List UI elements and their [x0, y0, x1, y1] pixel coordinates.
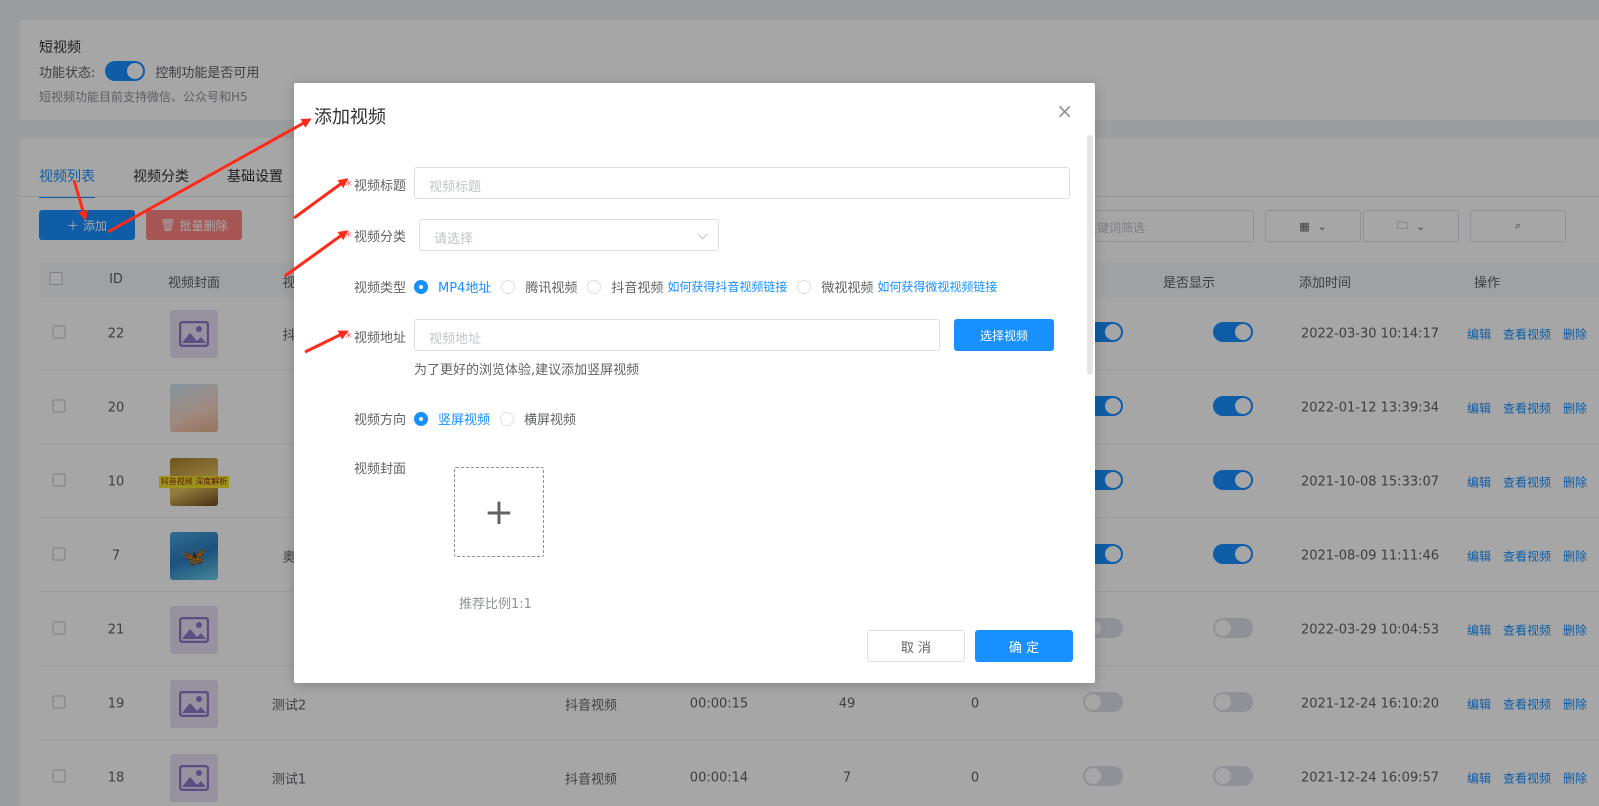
type-label: 视频类型: [353, 281, 406, 296]
weishi-link[interactable]: 如何获得微视视频链接: [877, 278, 997, 295]
type-option-mp4[interactable]: MP4地址: [414, 277, 491, 296]
url-hint: 为了更好的浏览体验,建议添加竖屏视频: [414, 363, 640, 378]
direction-option-portrait[interactable]: 竖屏视频: [414, 409, 490, 428]
type-option-weishi[interactable]: 如何获得微视视频链接微视视频如何获得微视视频链接: [797, 277, 997, 296]
category-label: * 视频分类: [345, 230, 406, 245]
video-title-input[interactable]: 视频标题: [414, 167, 1070, 199]
add-video-dialog: 添加视频 × * 视频标题 视频标题 * 视频分类 请选择 视频类型 MP4地址 腾…: [294, 83, 1095, 683]
close-icon[interactable]: ×: [1056, 99, 1073, 123]
video-category-select[interactable]: 请选择: [419, 219, 719, 251]
direction-radio-group: 竖屏视频 横屏视频: [414, 409, 586, 428]
select-video-button[interactable]: 选择视频: [954, 319, 1054, 351]
cover-hint: 推荐比例1:1: [459, 597, 532, 612]
type-option-tencent[interactable]: 腾讯视频: [501, 277, 577, 296]
plus-icon: +: [483, 491, 515, 533]
video-url-input[interactable]: 视频地址: [414, 319, 940, 351]
cover-label: 视频封面: [353, 462, 406, 477]
direction-option-landscape[interactable]: 横屏视频: [500, 409, 576, 428]
direction-label: 视频方向: [353, 413, 406, 428]
confirm-button[interactable]: 确 定: [975, 630, 1073, 662]
douyin-link[interactable]: 如何获得抖音视频链接: [667, 278, 787, 295]
chevron-down-icon: [697, 229, 708, 240]
dialog-scrollbar[interactable]: [1087, 135, 1093, 375]
cover-upload-button[interactable]: +: [454, 467, 544, 557]
video-type-radio-group: MP4地址 腾讯视频 抖音视频如何获得抖音视频链接 如何获得微视视频链接微视视频…: [414, 277, 1007, 296]
title-label: * 视频标题: [345, 179, 406, 194]
url-label: * 视频地址: [345, 331, 406, 346]
cancel-button[interactable]: 取 消: [867, 630, 965, 662]
type-option-douyin[interactable]: 抖音视频 如何获得抖音视频链接: [587, 277, 787, 296]
dialog-title: 添加视频: [314, 107, 386, 128]
category-placeholder: 请选择: [434, 232, 474, 247]
